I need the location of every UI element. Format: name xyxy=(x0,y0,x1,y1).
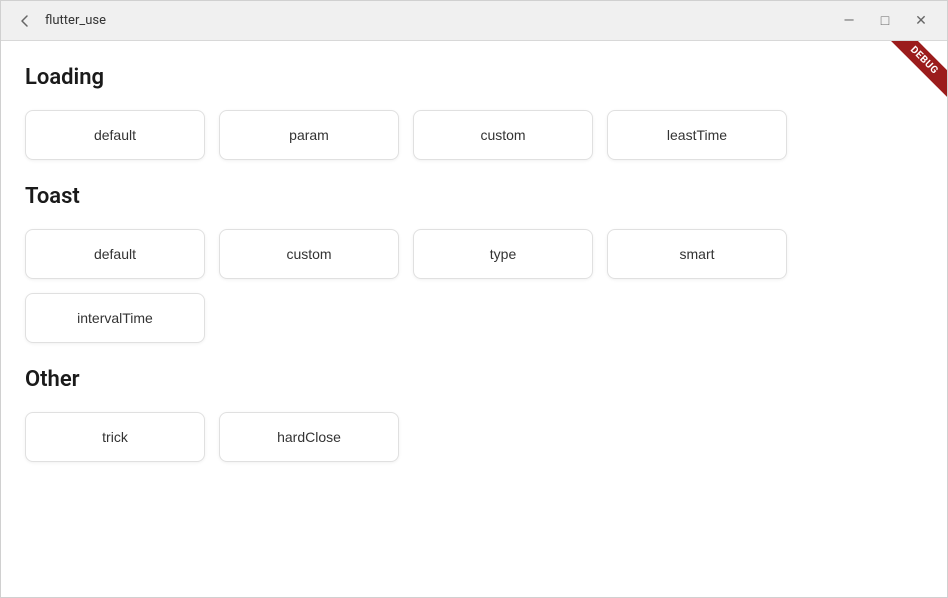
maximize-button[interactable]: □ xyxy=(871,7,899,35)
window-controls: — □ ✕ xyxy=(835,7,935,35)
button-loading-param[interactable]: param xyxy=(219,110,399,160)
titlebar: flutter_use — □ ✕ xyxy=(1,1,947,41)
loading-button-grid: default param custom leastTime xyxy=(25,110,923,160)
button-toast-smart[interactable]: smart xyxy=(607,229,787,279)
section-other: Other trick hardClose xyxy=(25,367,923,462)
button-loading-default[interactable]: default xyxy=(25,110,205,160)
other-button-grid: trick hardClose xyxy=(25,412,923,462)
close-button[interactable]: ✕ xyxy=(907,7,935,35)
app-window: flutter_use — □ ✕ DEBUG Loading default … xyxy=(0,0,948,598)
button-loading-custom[interactable]: custom xyxy=(413,110,593,160)
button-other-hardclose[interactable]: hardClose xyxy=(219,412,399,462)
section-toast: Toast default custom type smart interval… xyxy=(25,184,923,343)
button-other-trick[interactable]: trick xyxy=(25,412,205,462)
button-toast-intervaltime[interactable]: intervalTime xyxy=(25,293,205,343)
section-loading: Loading default param custom leastTime xyxy=(25,65,923,160)
section-loading-title: Loading xyxy=(25,65,923,90)
button-loading-leasttime[interactable]: leastTime xyxy=(607,110,787,160)
window-title: flutter_use xyxy=(45,13,106,28)
toast-button-grid: default custom type smart intervalTime xyxy=(25,229,923,343)
back-button[interactable] xyxy=(13,9,37,33)
section-other-title: Other xyxy=(25,367,923,392)
button-toast-type[interactable]: type xyxy=(413,229,593,279)
button-toast-custom[interactable]: custom xyxy=(219,229,399,279)
minimize-button[interactable]: — xyxy=(835,7,863,35)
section-toast-title: Toast xyxy=(25,184,923,209)
main-content: Loading default param custom leastTime T… xyxy=(1,41,947,597)
button-toast-default[interactable]: default xyxy=(25,229,205,279)
